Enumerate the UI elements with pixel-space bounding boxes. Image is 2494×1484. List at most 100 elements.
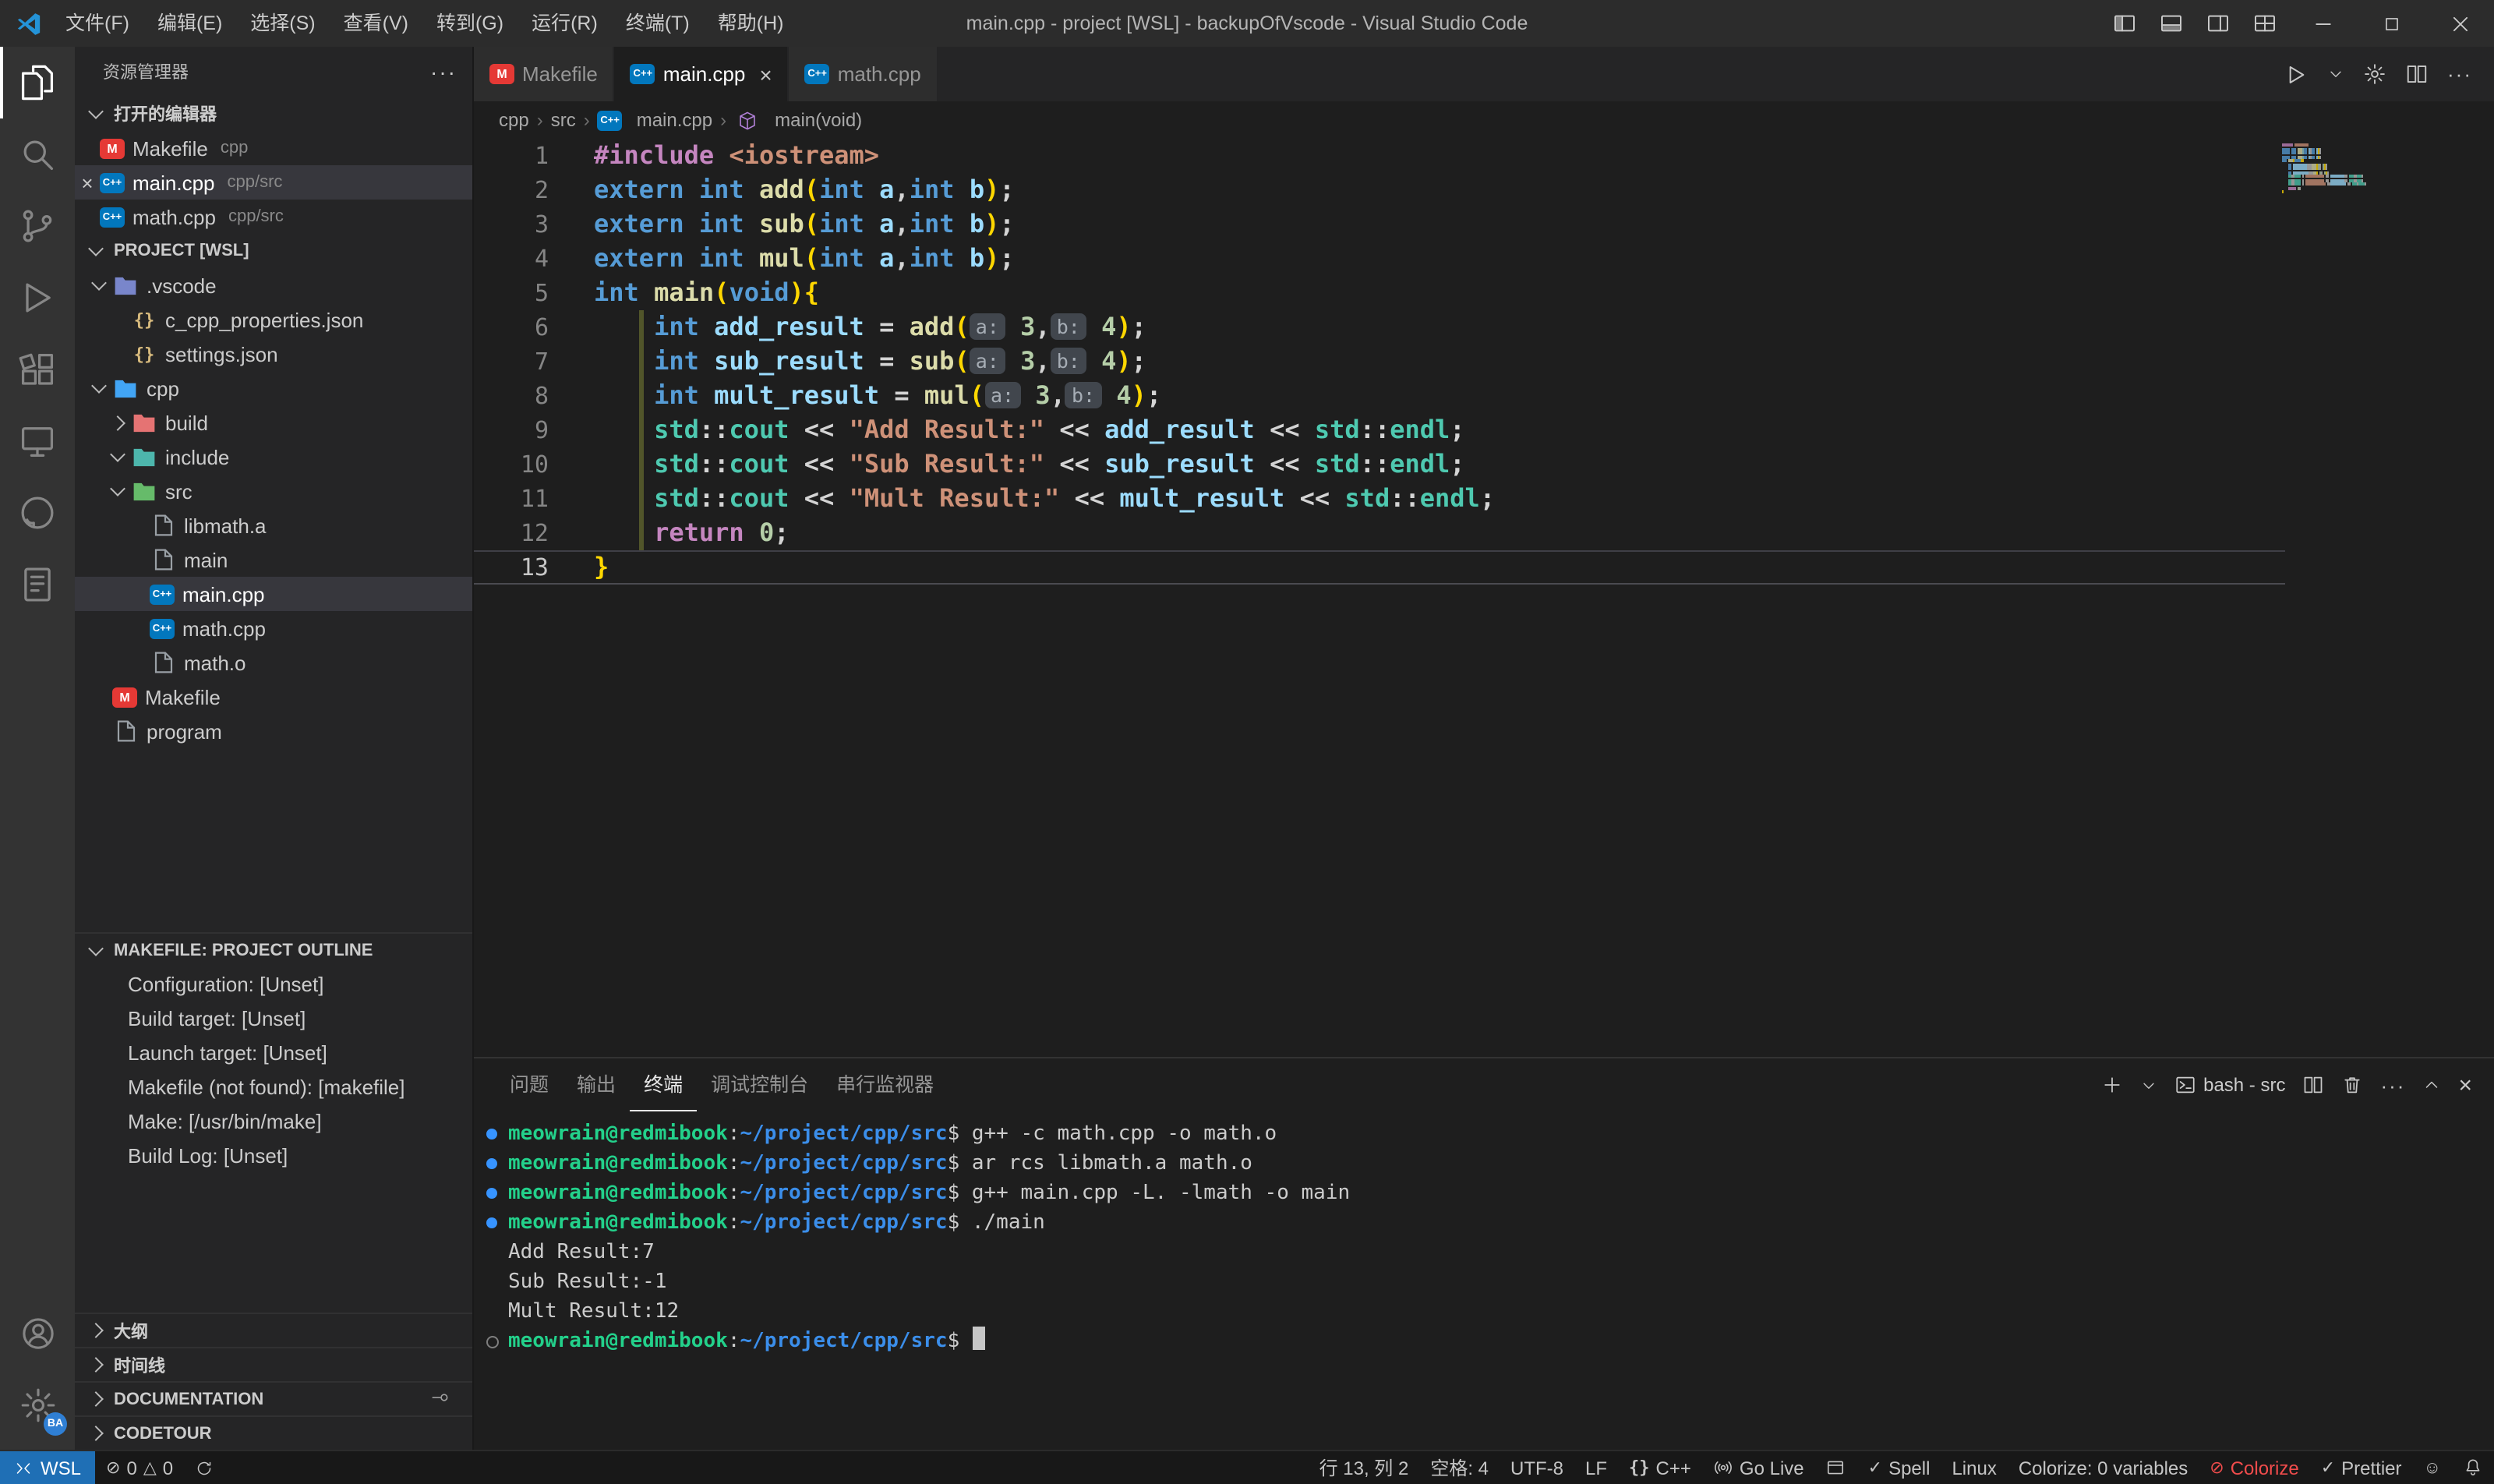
new-terminal-icon[interactable] [2100, 1074, 2122, 1096]
toggle-secondary-sidebar-icon[interactable] [2195, 0, 2241, 47]
tree-item-math.cpp[interactable]: C++math.cpp [75, 611, 472, 645]
status-cursor-position[interactable]: 行 13, 列 2 [1309, 1451, 1420, 1484]
status-notifications[interactable] [2452, 1451, 2494, 1484]
section-大纲[interactable]: 大纲 [75, 1313, 472, 1347]
status-language-mode[interactable]: {}C++ [1618, 1451, 1702, 1484]
outline-item[interactable]: Make: [/usr/bin/make] [75, 1104, 472, 1138]
code-editor[interactable]: 12345678910111213 #include <iostream>ext… [474, 139, 2494, 1057]
pin-icon[interactable] [430, 1387, 450, 1412]
status-eol[interactable]: LF [1574, 1451, 1618, 1484]
activity-github[interactable] [0, 477, 75, 549]
status-os-indicator[interactable]: Linux [1941, 1451, 2007, 1484]
tree-item-cpp[interactable]: cpp [75, 371, 472, 405]
panel-tab-输出[interactable]: 输出 [563, 1058, 630, 1111]
terminal-tab-item[interactable]: bash - src [2174, 1074, 2285, 1096]
code-line-6[interactable]: int add_result = add(a: 3,b: 4); [594, 310, 2494, 344]
explorer-more-actions-icon[interactable]: ··· [430, 59, 457, 84]
activity-remote-explorer[interactable] [0, 405, 75, 477]
open-editor-Makefile[interactable]: MMakefilecpp [75, 131, 472, 165]
activity-extensions[interactable] [0, 334, 75, 405]
terminal-profile-chevron-icon[interactable] [2139, 1076, 2157, 1094]
activity-accounts[interactable] [0, 1297, 75, 1369]
section-open-editors[interactable]: 打开的编辑器 [75, 97, 472, 131]
code-line-8[interactable]: int mult_result = mul(a: 3,b: 4); [594, 379, 2494, 413]
tree-item-include[interactable]: include [75, 440, 472, 474]
menu-item[interactable]: 文件(F) [51, 0, 143, 47]
breadcrumb-item[interactable]: main(void) [734, 108, 862, 132]
menu-item[interactable]: 编辑(E) [143, 0, 236, 47]
status-colorize-count[interactable]: Colorize: 0 variables [2008, 1451, 2199, 1484]
toggle-primary-sidebar-icon[interactable] [2101, 0, 2148, 47]
close-window-button[interactable] [2425, 0, 2494, 47]
code-line-13[interactable]: } [594, 550, 2494, 585]
panel-more-actions-icon[interactable]: ··· [2380, 1073, 2405, 1097]
code-line-4[interactable]: extern int mul(int a,int b); [594, 242, 2494, 276]
open-editor-main.cpp[interactable]: ×C++main.cppcpp/src [75, 165, 472, 200]
status-go-live[interactable]: Go Live [1702, 1451, 1815, 1484]
tree-item-Makefile[interactable]: MMakefile [75, 680, 472, 714]
status-feedback[interactable]: ☺ [2413, 1451, 2452, 1484]
status-encoding[interactable]: UTF-8 [1500, 1451, 1574, 1484]
close-editor-icon[interactable]: × [75, 171, 100, 194]
close-tab-icon[interactable]: × [759, 62, 772, 87]
remote-indicator[interactable]: WSL [0, 1451, 95, 1484]
activity-codetour[interactable] [0, 549, 75, 620]
code-line-11[interactable]: std::cout << "Mult Result:" << mult_resu… [594, 482, 2494, 516]
open-editor-math.cpp[interactable]: C++math.cppcpp/src [75, 200, 472, 234]
status-prettier[interactable]: ✓Prettier [2310, 1451, 2413, 1484]
tree-item-build[interactable]: build [75, 405, 472, 440]
breadcrumb-item[interactable]: cpp [499, 109, 529, 131]
tree-item-main[interactable]: main [75, 542, 472, 577]
status-spell-checker[interactable]: ✓Spell [1857, 1451, 1941, 1484]
panel-tab-调试控制台[interactable]: 调试控制台 [697, 1058, 822, 1111]
kill-terminal-icon[interactable] [2341, 1074, 2363, 1096]
tree-item-main.cpp[interactable]: C++main.cpp [75, 577, 472, 611]
menu-item[interactable]: 选择(S) [236, 0, 329, 47]
minimap[interactable] [2282, 143, 2382, 194]
sync-status[interactable] [184, 1451, 224, 1484]
activity-source-control[interactable] [0, 190, 75, 262]
panel-tab-串行监视器[interactable]: 串行监视器 [822, 1058, 948, 1111]
code-line-5[interactable]: int main(void){ [594, 276, 2494, 310]
terminal[interactable]: meowrain@redmibook:~/project/cpp/src$ g+… [474, 1111, 2494, 1450]
section-DOCUMENTATION[interactable]: DOCUMENTATION [75, 1381, 472, 1415]
menu-item[interactable]: 帮助(H) [704, 0, 798, 47]
breadcrumb-item[interactable]: src [551, 109, 576, 131]
status-colorize-toggle[interactable]: ⊘Colorize [2199, 1451, 2309, 1484]
code-line-7[interactable]: int sub_result = sub(a: 3,b: 4); [594, 344, 2494, 379]
menu-item[interactable]: 转到(G) [422, 0, 518, 47]
outline-item[interactable]: Makefile (not found): [makefile] [75, 1069, 472, 1104]
section-makefile-outline[interactable]: MAKEFILE: PROJECT OUTLINE [75, 932, 472, 966]
activity-explorer[interactable] [0, 47, 75, 118]
section-CODETOUR[interactable]: CODETOUR [75, 1415, 472, 1450]
activity-run-and-debug[interactable] [0, 262, 75, 334]
code-line-3[interactable]: extern int sub(int a,int b); [594, 207, 2494, 242]
configure-gear-icon[interactable] [2363, 62, 2386, 86]
tree-item-settings.json[interactable]: {}settings.json [75, 337, 472, 371]
code-line-1[interactable]: #include <iostream> [594, 139, 2494, 173]
minimize-button[interactable] [2288, 0, 2357, 47]
menu-item[interactable]: 运行(R) [518, 0, 612, 47]
outline-item[interactable]: Build target: [Unset] [75, 1001, 472, 1035]
more-actions-icon[interactable]: ··· [2447, 62, 2472, 86]
code-line-10[interactable]: std::cout << "Sub Result:" << sub_result… [594, 447, 2494, 482]
tab-main.cpp[interactable]: C++main.cpp× [615, 47, 790, 101]
split-terminal-icon[interactable] [2302, 1074, 2324, 1096]
tree-item-src[interactable]: src [75, 474, 472, 508]
panel-tab-问题[interactable]: 问题 [496, 1058, 563, 1111]
breadcrumb-item[interactable]: C++main.cpp [598, 109, 712, 131]
outline-item[interactable]: Build Log: [Unset] [75, 1138, 472, 1172]
toggle-panel-icon[interactable] [2148, 0, 2195, 47]
outline-item[interactable]: Configuration: [Unset] [75, 966, 472, 1001]
tab-Makefile[interactable]: MMakefile [474, 47, 615, 101]
problems-status[interactable]: ⊘0△0 [95, 1451, 184, 1484]
customize-layout-icon[interactable] [2241, 0, 2288, 47]
tree-item-program[interactable]: program [75, 714, 472, 748]
close-panel-icon[interactable]: × [2458, 1072, 2472, 1098]
status-indentation[interactable]: 空格: 4 [1419, 1451, 1500, 1484]
split-editor-icon[interactable] [2405, 62, 2429, 86]
code-line-2[interactable]: extern int add(int a,int b); [594, 173, 2494, 207]
menu-item[interactable]: 终端(T) [612, 0, 704, 47]
maximize-button[interactable] [2357, 0, 2425, 47]
tree-item-libmath.a[interactable]: libmath.a [75, 508, 472, 542]
